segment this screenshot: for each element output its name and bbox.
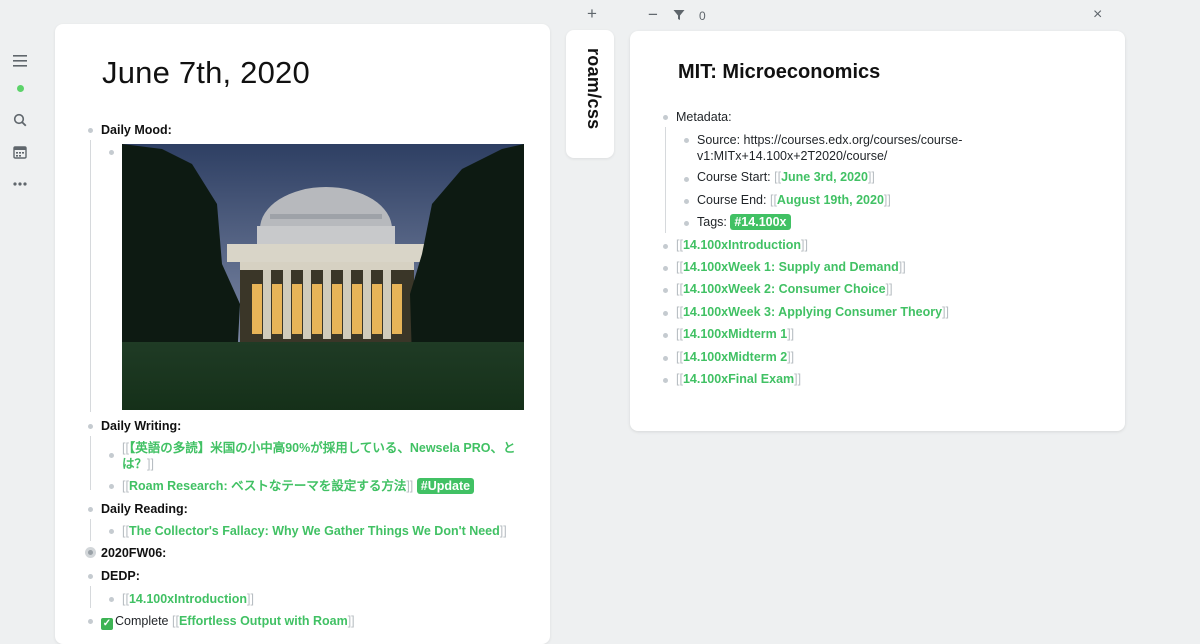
sidebar-tab-label[interactable]: roam/css — [576, 48, 604, 148]
sidebar-link-introduction[interactable]: [[14.100xIntroduction]] — [676, 237, 808, 253]
block-bullet[interactable] — [663, 356, 668, 361]
sidebar-link-week2[interactable]: [[14.100xWeek 2: Consumer Choice]] — [676, 281, 893, 297]
block-bullet[interactable] — [684, 138, 689, 143]
child-guide-line — [90, 586, 91, 608]
dedp-block[interactable]: DEDP: — [101, 568, 140, 584]
sidebar-link-week1[interactable]: [[14.100xWeek 1: Supply and Demand]] — [676, 259, 906, 275]
fw06-block[interactable]: 2020FW06: — [101, 545, 166, 561]
metadata-block[interactable]: Metadata: — [676, 109, 732, 125]
left-rail — [0, 0, 40, 629]
sidebar-link-week3[interactable]: [[14.100xWeek 3: Applying Consumer Theor… — [676, 304, 949, 320]
collapse-sidebar-button[interactable]: − — [648, 6, 662, 24]
sidebar-link-midterm1[interactable]: [[14.100xMidterm 1]] — [676, 326, 794, 342]
page-link-introduction[interactable]: [[14.100xIntroduction]] — [122, 591, 254, 607]
collapsed-block-bullet[interactable] — [85, 547, 96, 558]
block-bullet[interactable] — [684, 221, 689, 226]
block-bullet[interactable] — [109, 529, 114, 534]
search-icon[interactable] — [11, 111, 29, 129]
course-start-block[interactable]: Course Start: [[June 3rd, 2020]] — [697, 169, 875, 185]
close-sidebar-button[interactable]: × — [1093, 6, 1102, 24]
more-icon[interactable] — [11, 175, 29, 193]
page-link-collectors-fallacy[interactable]: [[The Collector's Fallacy: Why We Gather… — [122, 523, 507, 539]
tag-update[interactable]: #Update — [416, 478, 475, 494]
sidebar-link-midterm2[interactable]: [[14.100xMidterm 2]] — [676, 349, 794, 365]
filter-icon[interactable] — [673, 9, 685, 24]
source-block[interactable]: Source: https://courses.edx.org/courses/… — [697, 132, 962, 164]
block-bullet[interactable] — [663, 266, 668, 271]
page-title[interactable]: June 7th, 2020 — [102, 55, 310, 91]
child-guide-line — [665, 127, 666, 233]
block-bullet[interactable] — [109, 453, 114, 458]
menu-icon[interactable] — [11, 52, 29, 70]
block-bullet[interactable] — [88, 507, 93, 512]
block-bullet[interactable] — [88, 619, 93, 624]
child-guide-line — [90, 140, 91, 412]
block-bullet[interactable] — [663, 333, 668, 338]
filter-count: 0 — [699, 9, 706, 23]
block-bullet[interactable] — [109, 150, 114, 155]
block-bullet[interactable] — [684, 177, 689, 182]
page-link-newsela[interactable]: [[【英語の多読】米国の小中高90%が採用している、Newsela PRO、と … — [122, 440, 515, 472]
block-bullet[interactable] — [88, 424, 93, 429]
sidebar-page-title[interactable]: MIT: Microeconomics — [678, 61, 880, 84]
block-bullet[interactable] — [663, 244, 668, 249]
block-bullet[interactable] — [663, 115, 668, 120]
complete-block[interactable]: ✓ Complete [[Effortless Output with Roam]… — [101, 613, 355, 630]
calendar-icon[interactable] — [11, 143, 29, 161]
block-bullet[interactable] — [88, 128, 93, 133]
add-sidebar-page-button[interactable]: + — [584, 5, 600, 23]
daily-reading-block[interactable]: Daily Reading: — [101, 501, 188, 517]
tag-14100x[interactable]: #14.100x — [730, 214, 791, 230]
child-guide-line — [90, 436, 91, 490]
page-link-roam-theme[interactable]: [[Roam Research: ベストなテーマを設定する方法]] #Updat… — [122, 478, 475, 494]
tags-block[interactable]: Tags: #14.100x — [697, 214, 791, 230]
block-bullet[interactable] — [663, 311, 668, 316]
block-bullet[interactable] — [684, 199, 689, 204]
daily-writing-block[interactable]: Daily Writing: — [101, 418, 181, 434]
block-bullet[interactable] — [109, 597, 114, 602]
block-bullet[interactable] — [109, 484, 114, 489]
checkmark-icon: ✓ — [101, 618, 113, 630]
daily-mood-block[interactable]: Daily Mood: — [101, 122, 172, 138]
block-bullet[interactable] — [663, 288, 668, 293]
sync-status-icon — [11, 79, 29, 97]
block-bullet[interactable] — [663, 378, 668, 383]
block-bullet[interactable] — [88, 574, 93, 579]
course-end-block[interactable]: Course End: [[August 19th, 2020]] — [697, 192, 891, 208]
mit-dome-photo — [122, 144, 524, 410]
daily-note-page: June 7th, 2020 Daily Mood: Daily Writing… — [55, 24, 550, 644]
sidebar-link-final-exam[interactable]: [[14.100xFinal Exam]] — [676, 371, 801, 387]
child-guide-line — [90, 519, 91, 541]
